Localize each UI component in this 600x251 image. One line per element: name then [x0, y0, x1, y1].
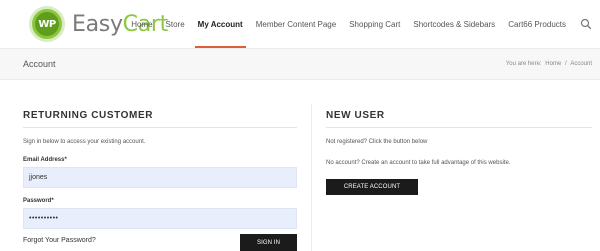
new-user-description: No account? Create an account to take fu… — [326, 160, 511, 166]
section-divider — [326, 127, 592, 128]
page-title: Account — [23, 59, 56, 69]
main-nav: Home Store My Account Member Content Pag… — [118, 0, 592, 48]
new-user-prompt: Not registered? Click the button below — [326, 139, 428, 145]
nav-item-cart66-products[interactable]: Cart66 Products — [508, 0, 566, 48]
breadcrumb-prefix: You are here: — [505, 61, 542, 67]
logo-wordmark-part1: Easy — [72, 11, 123, 37]
nav-item-my-account[interactable]: My Account — [194, 0, 246, 48]
sign-in-button[interactable]: SIGN IN — [240, 234, 297, 251]
breadcrumb-separator: / — [564, 61, 567, 67]
nav-item-member-content[interactable]: Member Content Page — [256, 0, 337, 48]
breadcrumb-home-link[interactable]: Home — [545, 61, 561, 67]
returning-customer-intro: Sign in below to access your existing ac… — [23, 139, 146, 145]
logo-badge-text: WP — [35, 12, 59, 36]
breadcrumb: You are here: Home / Account — [504, 61, 592, 67]
nav-item-shopping-cart[interactable]: Shopping Cart — [349, 0, 400, 48]
email-label: Email Address* — [23, 157, 67, 163]
nav-item-store[interactable]: Store — [166, 0, 185, 48]
logo-badge-icon: WP — [29, 6, 65, 42]
search-icon[interactable] — [580, 18, 592, 30]
password-label: Password* — [23, 198, 54, 204]
create-account-button[interactable]: CREATE ACCOUNT — [326, 179, 418, 195]
page-title-bar: Account You are here: Home / Account — [0, 48, 600, 80]
forgot-password-link[interactable]: Forgot Your Password? — [23, 237, 96, 244]
returning-customer-section: RETURNING CUSTOMER Sign in below to acce… — [23, 110, 297, 251]
returning-customer-heading: RETURNING CUSTOMER — [23, 110, 154, 121]
column-divider — [311, 104, 312, 251]
nav-item-shortcodes[interactable]: Shortcodes & Sidebars — [413, 0, 495, 48]
breadcrumb-current: Account — [570, 61, 592, 67]
section-divider — [23, 127, 297, 128]
nav-item-home[interactable]: Home — [131, 0, 152, 48]
password-field[interactable]: •••••••••• — [23, 208, 297, 229]
new-user-heading: NEW USER — [326, 110, 385, 121]
site-header: WP EasyCart Home Store My Account Member… — [0, 0, 600, 48]
email-field[interactable]: jjones — [23, 167, 297, 188]
new-user-section: NEW USER Not registered? Click the butto… — [326, 110, 592, 195]
